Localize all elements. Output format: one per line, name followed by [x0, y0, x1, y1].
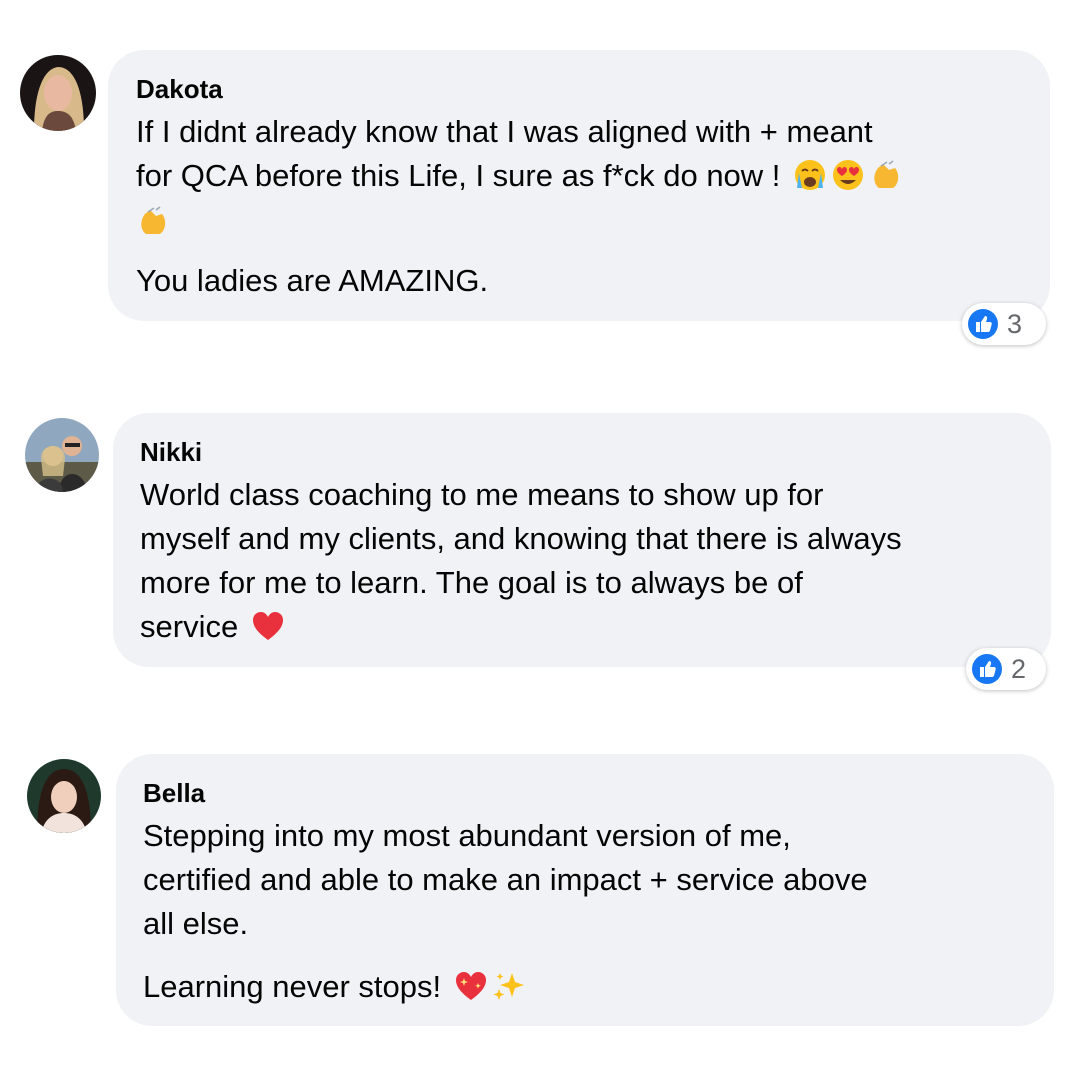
reaction-summary[interactable]: 2	[966, 648, 1046, 690]
comment-text: for QCA before this Life, I sure as f*ck…	[136, 158, 781, 193]
comment-text: more for me to learn. The goal is to alw…	[140, 565, 803, 600]
like-icon	[972, 654, 1002, 684]
comment-text: If I didnt already know that I was align…	[136, 114, 873, 149]
comment-author[interactable]: Dakota	[136, 74, 223, 104]
comment-text: Learning never stops!	[143, 969, 442, 1004]
avatar[interactable]	[27, 759, 101, 833]
crying-face-icon	[793, 158, 827, 192]
comment-text-line: certified and able to make an impact + s…	[143, 858, 868, 902]
comment-text-line: Stepping into my most abundant version o…	[143, 814, 791, 858]
comment-text: certified and able to make an impact + s…	[143, 862, 868, 897]
comment-text-line: If I didnt already know that I was align…	[136, 110, 873, 154]
reaction-count: 2	[1011, 653, 1027, 684]
comment-text-line	[136, 200, 170, 244]
comment-text: myself and my clients, and knowing that …	[140, 521, 902, 556]
comment-text-line: myself and my clients, and knowing that …	[140, 517, 902, 561]
comment-text-line: more for me to learn. The goal is to alw…	[140, 561, 803, 605]
comment-text-line: service	[140, 605, 285, 649]
heart-eyes-icon	[831, 158, 865, 192]
avatar[interactable]	[20, 55, 96, 131]
sparkles-icon	[492, 969, 526, 1003]
reaction-summary[interactable]: 3	[962, 303, 1046, 345]
sparkling-heart-icon	[454, 969, 488, 1003]
comment-text: service	[140, 609, 239, 644]
comment-text: Stepping into my most abundant version o…	[143, 818, 791, 853]
comment-text-line: You ladies are AMAZING.	[136, 259, 488, 303]
comment-text: all else.	[143, 906, 249, 941]
like-icon	[968, 309, 998, 339]
comment-text-line: Learning never stops!	[143, 965, 526, 1009]
comment-author[interactable]: Bella	[143, 778, 205, 808]
comment-author[interactable]: Nikki	[140, 437, 202, 467]
comment-text-line: for QCA before this Life, I sure as f*ck…	[136, 154, 903, 198]
comment-text-line: World class coaching to me means to show…	[140, 473, 823, 517]
clapping-hands-icon	[869, 158, 903, 192]
comment-text-line: all else.	[143, 902, 248, 946]
avatar[interactable]	[25, 418, 99, 492]
red-heart-icon	[251, 609, 285, 643]
reaction-count: 3	[1007, 308, 1023, 339]
comment-text: World class coaching to me means to show…	[140, 477, 824, 512]
comment-text: You ladies are AMAZING.	[136, 263, 489, 298]
clapping-hands-icon	[136, 204, 170, 238]
